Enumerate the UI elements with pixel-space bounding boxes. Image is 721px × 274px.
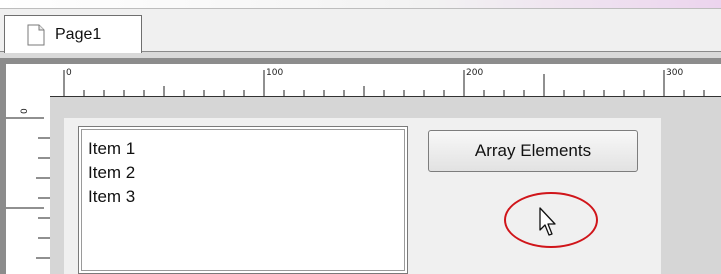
ruler-label-200: 200 xyxy=(466,68,484,78)
tab-bar: Page1 xyxy=(0,8,721,53)
designer-window: Page1 0 100 200 300 0 Item 1 Item 2 Item… xyxy=(0,0,721,274)
ruler-label-0: 0 xyxy=(66,68,72,78)
list-item[interactable]: Item 3 xyxy=(88,187,135,207)
ruler-label-300: 300 xyxy=(666,68,684,78)
item-listbox[interactable]: Item 1 Item 2 Item 3 xyxy=(78,126,408,274)
array-elements-button[interactable]: Array Elements xyxy=(428,130,638,172)
tab-page1[interactable]: Page1 xyxy=(4,15,142,53)
vertical-ruler: 0 xyxy=(6,96,51,274)
list-item[interactable]: Item 1 xyxy=(88,139,135,159)
ruler-label-100: 100 xyxy=(266,68,284,78)
ruler-corner xyxy=(6,64,51,96)
document-icon xyxy=(27,24,45,46)
window-top-strip xyxy=(0,0,721,8)
list-item[interactable]: Item 2 xyxy=(88,163,135,183)
mouse-pointer-icon xyxy=(538,206,558,238)
tab-label: Page1 xyxy=(55,25,102,43)
ruler-label-v0: 0 xyxy=(20,108,30,114)
horizontal-ruler: 0 100 200 300 xyxy=(50,64,721,97)
